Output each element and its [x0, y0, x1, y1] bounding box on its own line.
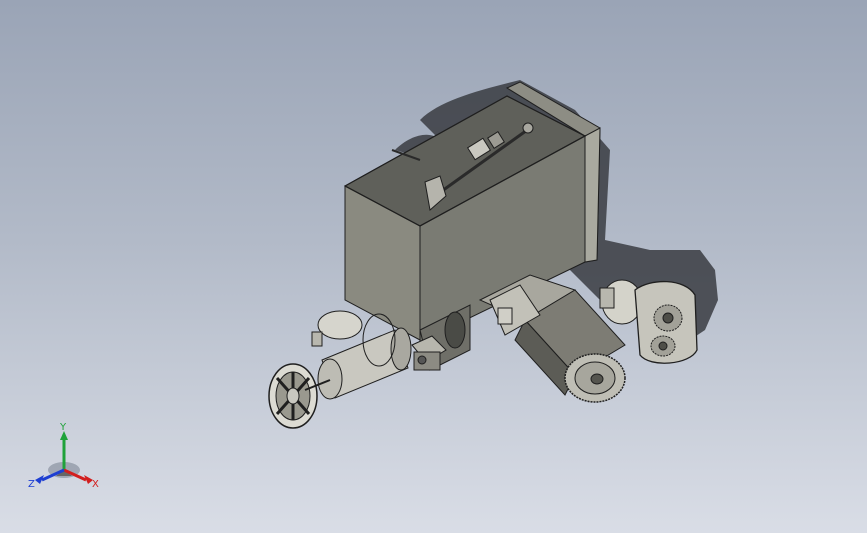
- cad-model-hopper-feeder-assembly[interactable]: [0, 0, 867, 533]
- triad-x-label: X: [92, 479, 99, 490]
- orientation-triad[interactable]: Y X Z: [26, 418, 106, 498]
- 3d-graphics-viewport[interactable]: Y X Z: [0, 0, 867, 533]
- triad-y-label: Y: [59, 422, 67, 433]
- front-sprocket[interactable]: [564, 353, 626, 403]
- triad-z-label: Z: [28, 479, 35, 490]
